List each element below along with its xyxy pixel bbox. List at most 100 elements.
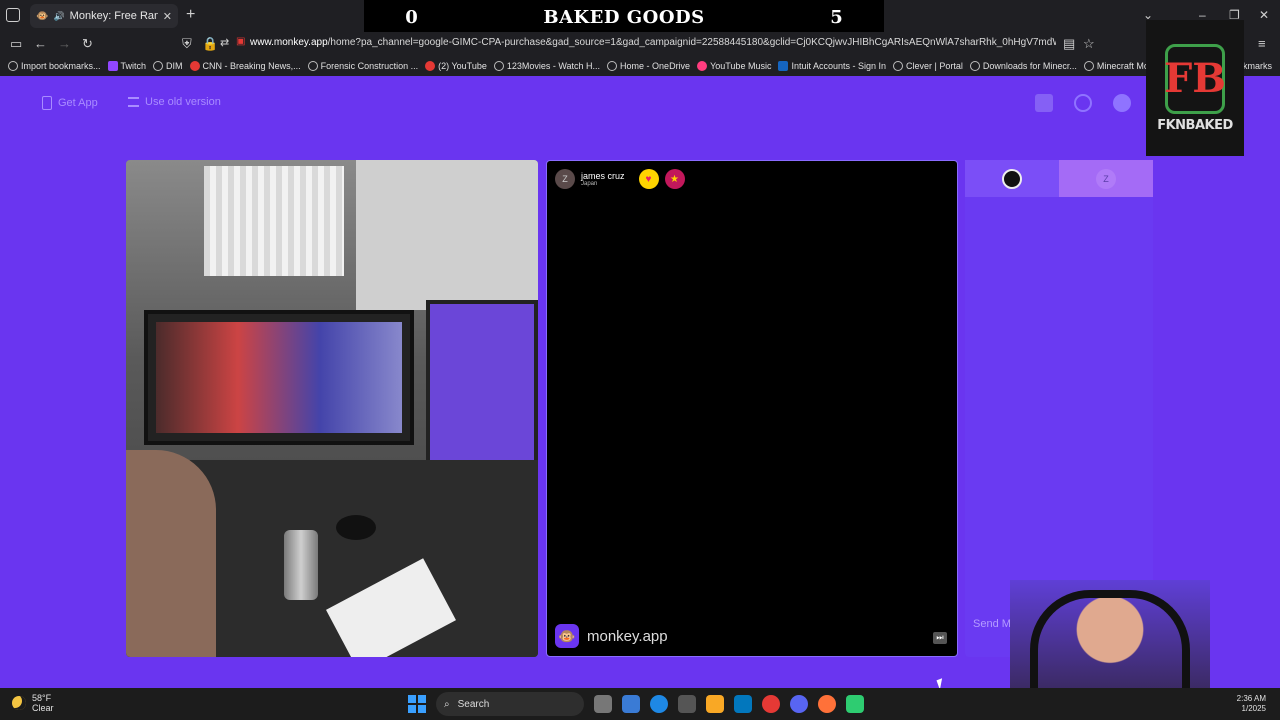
- computer-mouse: [336, 515, 376, 540]
- get-app-button[interactable]: Get App: [42, 96, 98, 110]
- edge-icon[interactable]: [650, 695, 668, 713]
- reader-mode-icon[interactable]: ▤: [1063, 36, 1075, 52]
- weather-condition: Clear: [32, 703, 54, 713]
- taskbar-apps: ⌕ Search: [408, 692, 864, 716]
- heart-badge-icon[interactable]: ♥: [638, 169, 659, 189]
- bookmark-youtube[interactable]: (2) YouTube: [425, 61, 487, 71]
- reload-icon[interactable]: ↻: [82, 36, 93, 52]
- self-video-panel: [126, 160, 538, 657]
- stream-score-overlay: 0 BAKED GOODS 5: [364, 0, 884, 34]
- moon-icon: [12, 696, 26, 710]
- cabinet: [356, 160, 538, 310]
- bookmark-label: Intuit Accounts - Sign In: [791, 61, 887, 71]
- temperature: 58°F: [32, 693, 52, 703]
- fb-logo-text: FKNBAKED: [1157, 117, 1233, 133]
- task-view-icon[interactable]: [594, 695, 612, 713]
- globe-icon: [969, 61, 980, 71]
- globe-icon: [153, 61, 164, 71]
- bookmark-123movies[interactable]: 123Movies - Watch H...: [493, 61, 601, 71]
- media-player-icon[interactable]: [762, 695, 780, 713]
- bookmark-star-icon[interactable]: ☆: [1083, 36, 1095, 52]
- back-arrow-icon[interactable]: ←: [34, 36, 47, 51]
- sidebar-toggle-icon[interactable]: ▭: [10, 36, 22, 52]
- bookmark-youtube-music[interactable]: YouTube Music: [697, 61, 771, 71]
- remote-avatar: Z: [555, 169, 575, 189]
- menu-icon[interactable]: ≡: [1258, 36, 1266, 51]
- monitor: [144, 310, 414, 445]
- toggle-icon: [128, 97, 139, 107]
- store-app-icon[interactable]: [678, 695, 696, 713]
- window-shutters: [204, 166, 344, 276]
- bookmark-label: Import bookmarks...: [21, 61, 101, 71]
- bookmark-clever[interactable]: Clever | Portal: [893, 61, 963, 71]
- bookmark-forensic[interactable]: Forensic Construction ...: [307, 61, 419, 71]
- bookmark-label: CNN - Breaking News,...: [202, 61, 301, 71]
- windows-start-icon[interactable]: [408, 695, 426, 713]
- store-icon[interactable]: [1035, 94, 1053, 112]
- globe-icon: [493, 61, 504, 71]
- new-tab-icon[interactable]: +: [186, 6, 195, 24]
- taskbar-search-label: Search: [457, 698, 490, 710]
- brand-name: monkey.app: [587, 627, 668, 645]
- forward-arrow-icon[interactable]: →: [58, 36, 71, 51]
- camera-active-icon[interactable]: ▣: [236, 36, 245, 47]
- bookmark-label: Forensic Construction ...: [320, 61, 419, 71]
- speaker-icon[interactable]: 🔊: [53, 11, 64, 22]
- close-window-icon[interactable]: ✕: [1259, 8, 1269, 22]
- shield-icon[interactable]: ⛨: [182, 36, 192, 52]
- globe-icon: [893, 61, 904, 71]
- bookmark-minecraft-downloads[interactable]: Downloads for Minecr...: [969, 61, 1077, 71]
- outlook-icon[interactable]: [734, 695, 752, 713]
- streamer-webcam: [1010, 580, 1210, 690]
- bookmark-label: Home - OneDrive: [620, 61, 691, 71]
- search-icon[interactable]: [1074, 94, 1092, 112]
- use-old-version-button[interactable]: Use old version: [128, 96, 221, 108]
- taskbar: 58°F Clear ⌕ Search 2:36 AM 1/2025: [0, 688, 1280, 720]
- other-bookmarks[interactable]: okmarks: [1238, 61, 1280, 71]
- trophy-badge-icon[interactable]: ★: [664, 169, 685, 189]
- address-bar[interactable]: www.monkey.app/home?pa_channel=google-GI…: [250, 37, 1056, 48]
- bookmark-twitch[interactable]: Twitch: [107, 61, 146, 71]
- chat-tab-remote[interactable]: Z: [1059, 160, 1153, 197]
- bookmark-intuit[interactable]: Intuit Accounts - Sign In: [778, 61, 886, 71]
- bookmark-import[interactable]: Import bookmarks...: [8, 61, 101, 71]
- copilot-icon[interactable]: [622, 695, 640, 713]
- skip-icon[interactable]: ⏭: [933, 632, 947, 644]
- bookmark-label: Clever | Portal: [906, 61, 963, 71]
- bookmark-label: DIM: [166, 61, 183, 71]
- monkey-favicon-icon: 🐵: [36, 10, 49, 22]
- left-score: 0: [405, 6, 418, 28]
- clock[interactable]: 2:36 AM 1/2025: [1237, 694, 1266, 714]
- remote-user-tag[interactable]: Z james cruz Japan ♥ ★: [555, 169, 685, 189]
- file-explorer-icon[interactable]: [706, 695, 724, 713]
- bookmark-label: (2) YouTube: [438, 61, 487, 71]
- weather-widget[interactable]: 58°F Clear: [12, 693, 54, 713]
- discord-icon[interactable]: [790, 695, 808, 713]
- chat-tab-self[interactable]: [965, 160, 1059, 197]
- drink-can: [284, 530, 318, 600]
- url-path: /home?pa_channel=google-GIMC-CPA-purchas…: [327, 37, 1056, 48]
- close-tab-icon[interactable]: ✕: [163, 10, 172, 23]
- globe-icon: [1083, 61, 1094, 71]
- bookmark-dim[interactable]: DIM: [153, 61, 183, 71]
- intuit-icon: [778, 61, 789, 71]
- firefox-icon[interactable]: [818, 695, 836, 713]
- right-score: 5: [830, 6, 843, 28]
- bookmark-onedrive[interactable]: Home - OneDrive: [607, 61, 690, 71]
- remote-video-panel: Z james cruz Japan ♥ ★ 🐵 monkey.app ⏭: [546, 160, 958, 657]
- lock-icon[interactable]: 🔒: [202, 36, 218, 52]
- youtube-music-icon: [697, 61, 708, 71]
- bookmark-label: 123Movies - Watch H...: [506, 61, 601, 71]
- app-icon[interactable]: [846, 695, 864, 713]
- bookmark-cnn[interactable]: CNN - Breaking News,...: [189, 61, 301, 71]
- tracking-icon[interactable]: ⇄: [220, 36, 229, 49]
- profile-icon[interactable]: [1113, 94, 1131, 112]
- remote-user-location: Japan: [581, 181, 598, 187]
- gaming-chair: [1030, 590, 1190, 690]
- youtube-icon: [425, 61, 436, 71]
- taskbar-search[interactable]: ⌕ Search: [436, 692, 584, 716]
- remote-user-info: james cruz Japan: [581, 171, 625, 187]
- browser-tab-monkey[interactable]: 🐵 🔊 Monkey: Free Random Vid ✕: [30, 4, 178, 28]
- tab-actions-icon[interactable]: [6, 8, 20, 22]
- bookmarks-bar: Import bookmarks... Twitch DIM CNN - Bre…: [0, 56, 1280, 76]
